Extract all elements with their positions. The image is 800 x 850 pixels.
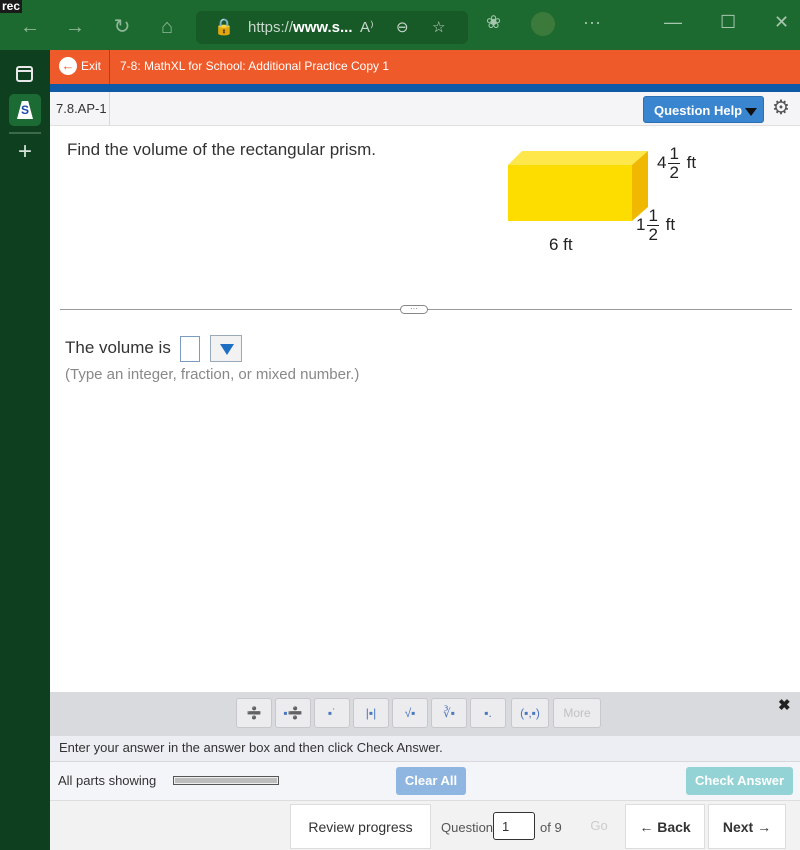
profile-avatar[interactable] — [531, 12, 555, 36]
square-root-button[interactable]: √▪ — [392, 698, 428, 728]
lock-icon: 🔒 — [214, 19, 234, 36]
question-header: 7.8.AP-1 Question Help ⚙ — [50, 92, 800, 126]
question-help-button[interactable]: Question Help — [643, 96, 764, 123]
fraction-button[interactable]: ➗ — [236, 698, 272, 728]
sidebar-divider — [9, 132, 41, 134]
caret-down-icon — [745, 107, 758, 116]
refresh-icon[interactable]: ↻ — [110, 15, 134, 39]
back-button[interactable]: ← Back — [625, 804, 705, 849]
maximize-icon[interactable]: ☐ — [720, 12, 736, 33]
question-prompt: Find the volume of the rectangular prism… — [67, 140, 376, 159]
exit-label: Exit — [81, 59, 102, 73]
browser-toolbar: rec ← → ↻ ⌂ 🔒 https://www.s... A⁾ ⊖ ☆ ❀ … — [0, 0, 800, 50]
unit-dropdown[interactable] — [210, 335, 243, 362]
more-button[interactable]: More — [553, 698, 601, 728]
exponent-button[interactable]: ▪˙ — [314, 698, 350, 728]
answer-prefix: The volume is — [65, 337, 171, 357]
back-arrow-icon[interactable]: ← — [18, 15, 42, 39]
gear-icon[interactable]: ⚙ — [771, 98, 791, 118]
extensions-icon[interactable]: ❀ — [486, 12, 501, 33]
assignment-header: ← Exit 7-8: MathXL for School: Additiona… — [50, 50, 800, 84]
tab-actions-icon[interactable] — [16, 66, 33, 82]
question-jump: Question of 9 — [432, 804, 577, 849]
resize-handle[interactable]: ··· — [400, 305, 428, 314]
add-app-icon[interactable]: + — [13, 140, 37, 164]
close-window-icon[interactable]: ✕ — [774, 12, 789, 33]
parts-progress-bar — [173, 776, 279, 785]
parts-label: All parts showing — [58, 773, 157, 788]
parts-bar: All parts showing Clear All Check Answer — [50, 762, 800, 800]
rectangular-prism-figure — [508, 151, 648, 221]
exit-button[interactable]: ← Exit — [50, 50, 110, 84]
forward-arrow-icon[interactable]: → — [63, 15, 87, 39]
question-number-input[interactable] — [493, 812, 535, 840]
math-toolbar: ➗ ▪➗ ▪˙ |▪| √▪ ∛▪ ▪. (▪,▪) More ✖ — [50, 692, 800, 736]
zoom-out-icon[interactable]: ⊖ — [396, 18, 409, 36]
length-label: 6 ft — [549, 235, 573, 254]
browser-sidebar: S + — [0, 50, 50, 850]
minimize-icon[interactable]: — — [664, 12, 682, 33]
mixed-number-button[interactable]: ▪➗ — [275, 698, 311, 728]
ordered-pair-button[interactable]: (▪,▪) — [511, 698, 549, 728]
check-answer-button[interactable]: Check Answer — [686, 767, 793, 795]
savvas-logo-icon: S — [17, 101, 33, 119]
header-accent-bar — [50, 84, 800, 92]
answer-hint: (Type an integer, fraction, or mixed num… — [65, 366, 360, 383]
close-toolbar-icon[interactable]: ✖ — [778, 696, 791, 714]
exit-arrow-icon: ← — [59, 57, 77, 75]
height-label: 412 ft — [657, 144, 697, 182]
width-label: 112 ft — [636, 206, 676, 244]
question-help-label: Question Help — [654, 103, 743, 118]
savvas-app-icon[interactable]: S — [9, 94, 41, 126]
question-total: of 9 — [540, 820, 562, 835]
clear-all-button[interactable]: Clear All — [396, 767, 466, 795]
home-icon[interactable]: ⌂ — [155, 15, 179, 39]
question-label: Question — [441, 820, 494, 835]
add-favorite-icon[interactable]: ☆ — [432, 18, 445, 36]
next-button[interactable]: Next → — [708, 804, 786, 849]
nth-root-button[interactable]: ∛▪ — [431, 698, 467, 728]
read-aloud-icon[interactable]: A⁾ — [360, 18, 374, 36]
volume-answer-input[interactable] — [179, 335, 200, 362]
url-text: https://www.s... — [248, 19, 353, 36]
question-pane: Find the volume of the rectangular prism… — [50, 127, 800, 692]
question-navigation: Review progress Question of 9 Go ← Back … — [50, 800, 800, 850]
question-id: 7.8.AP-1 — [50, 92, 110, 126]
answer-row: The volume is — [65, 335, 243, 362]
instructions-text: Enter your answer in the answer box and … — [50, 736, 800, 762]
prism-front-face — [508, 165, 632, 221]
prism-top-face — [508, 151, 648, 165]
review-progress-button[interactable]: Review progress — [290, 804, 431, 849]
assignment-title: 7-8: MathXL for School: Additional Pract… — [120, 59, 390, 73]
more-menu-icon[interactable]: ··· — [583, 12, 601, 33]
address-bar[interactable]: 🔒 https://www.s... A⁾ ⊖ ☆ — [196, 11, 468, 44]
subscript-button[interactable]: ▪. — [470, 698, 506, 728]
absolute-value-button[interactable]: |▪| — [353, 698, 389, 728]
dropdown-arrow-icon — [220, 344, 235, 355]
go-button[interactable]: Go — [577, 804, 621, 849]
recording-indicator: rec — [0, 0, 23, 13]
